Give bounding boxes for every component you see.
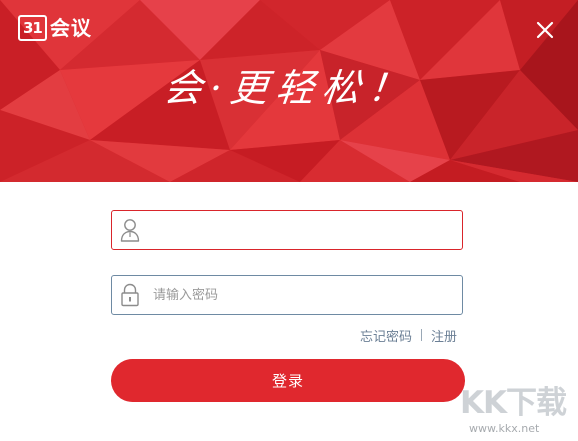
app-logo: 31 会议 — [18, 15, 92, 41]
username-input[interactable] — [153, 212, 462, 248]
header-banner: 31 会议 会·更轻松！ — [0, 0, 578, 182]
close-button[interactable] — [534, 19, 556, 41]
account-links: 忘记密码 注册 — [360, 326, 457, 345]
login-window: 31 会议 会·更轻松！ 忘记密码 注册 登录 KK下载 www.kkx.net — [0, 0, 578, 441]
password-input[interactable] — [153, 277, 462, 313]
lock-icon — [119, 282, 141, 308]
slogan: 会·更轻松！ — [161, 66, 417, 110]
user-icon — [119, 217, 141, 243]
link-separator — [420, 329, 422, 341]
watermark-text: KK下载 — [460, 385, 567, 421]
logo-mark: 31 — [18, 15, 47, 41]
username-field[interactable] — [111, 210, 463, 250]
watermark-url: www.kkx.net — [469, 422, 540, 435]
login-button[interactable]: 登录 — [111, 359, 465, 402]
close-icon — [536, 21, 554, 39]
watermark: KK下载 www.kkx.net — [458, 384, 576, 439]
forgot-password-link[interactable]: 忘记密码 — [360, 326, 412, 345]
logo-text: 会议 — [49, 16, 92, 40]
register-link[interactable]: 注册 — [431, 326, 457, 345]
password-field[interactable] — [111, 275, 463, 315]
